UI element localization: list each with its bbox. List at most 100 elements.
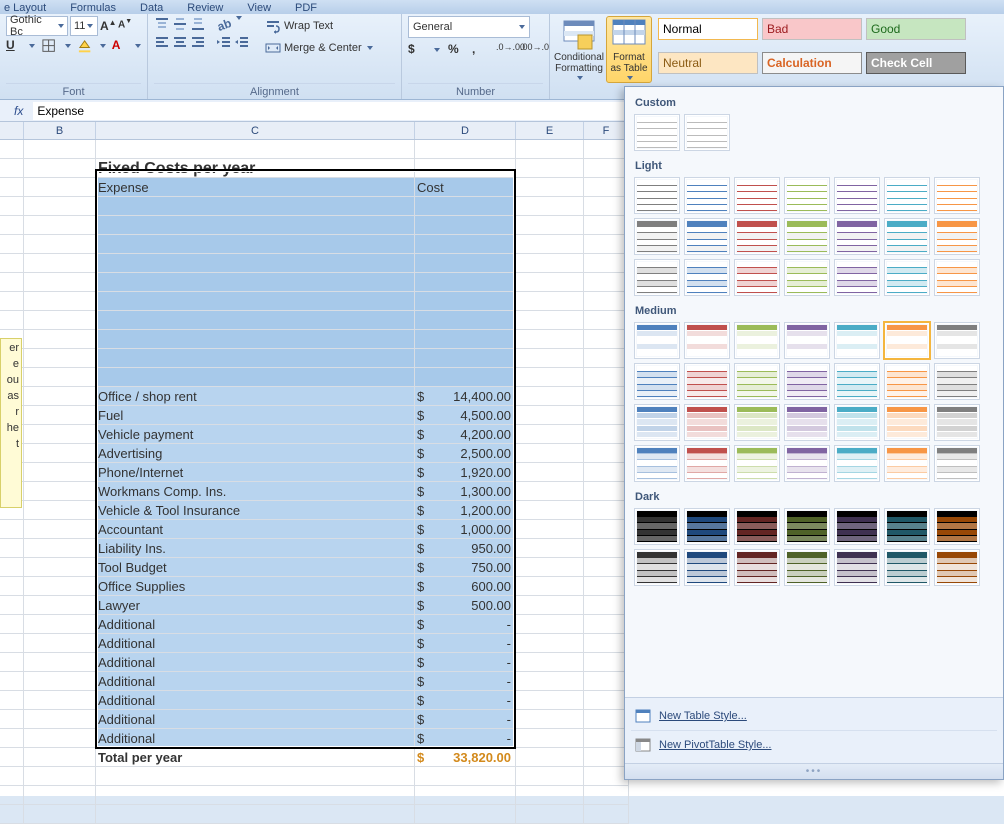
expense-cell[interactable]: Advertising [96, 444, 415, 463]
expense-cell[interactable]: Additional [96, 729, 415, 748]
table-style-swatch[interactable] [635, 115, 679, 150]
table-style-swatch[interactable] [835, 550, 879, 585]
font-name-combo[interactable]: Gothic Bc [6, 16, 68, 36]
table-cell[interactable] [96, 368, 415, 387]
cost-cell[interactable]: $- [415, 634, 516, 653]
total-value-cell[interactable]: $33,820.00 [415, 748, 516, 767]
table-cell[interactable] [415, 330, 516, 349]
conditional-formatting-button[interactable]: Conditional Formatting [556, 16, 602, 83]
underline-icon[interactable]: U [6, 38, 21, 54]
table-cell[interactable] [415, 368, 516, 387]
expense-cell[interactable]: Accountant [96, 520, 415, 539]
decrease-decimal-icon[interactable]: .00→.0 [520, 42, 536, 58]
table-cell[interactable] [96, 197, 415, 216]
table-style-swatch[interactable] [935, 364, 979, 399]
table-style-swatch[interactable] [785, 219, 829, 254]
table-style-swatch[interactable] [885, 405, 929, 440]
cost-cell[interactable]: $1,200.00 [415, 501, 516, 520]
fill-color-icon[interactable] [77, 38, 92, 54]
table-style-swatch[interactable] [785, 260, 829, 295]
table-style-swatch[interactable] [685, 446, 729, 481]
table-style-swatch[interactable] [635, 446, 679, 481]
table-cell[interactable] [415, 273, 516, 292]
table-cell[interactable] [415, 254, 516, 273]
expense-cell[interactable]: Phone/Internet [96, 463, 415, 482]
align-top-icon[interactable] [154, 16, 170, 32]
number-format-combo[interactable]: General [408, 16, 530, 38]
table-style-swatch[interactable] [835, 509, 879, 544]
table-style-swatch[interactable] [635, 323, 679, 358]
table-cell[interactable] [415, 349, 516, 368]
table-style-swatch[interactable] [735, 509, 779, 544]
cell-style-bad[interactable]: Bad [762, 18, 862, 40]
table-style-swatch[interactable] [835, 323, 879, 358]
shrink-font-icon[interactable]: A▼ [118, 18, 134, 34]
tab-pdf[interactable]: PDF [295, 2, 317, 14]
table-style-swatch[interactable] [735, 323, 779, 358]
table-style-swatch[interactable] [935, 219, 979, 254]
font-color-icon[interactable]: A [112, 38, 127, 54]
table-cell[interactable] [96, 311, 415, 330]
table-style-swatch[interactable] [685, 323, 729, 358]
table-style-swatch[interactable] [835, 178, 879, 213]
table-style-swatch[interactable] [635, 405, 679, 440]
table-style-swatch[interactable] [735, 219, 779, 254]
accounting-format-icon[interactable]: $ [408, 42, 424, 58]
table-style-swatch[interactable] [935, 405, 979, 440]
expense-cell[interactable]: Vehicle & Tool Insurance [96, 501, 415, 520]
expense-cell[interactable]: Additional [96, 634, 415, 653]
table-cell[interactable] [96, 330, 415, 349]
col-header-c[interactable]: C [96, 122, 415, 139]
cell-style-normal[interactable]: Normal [658, 18, 758, 40]
table-style-swatch[interactable] [735, 550, 779, 585]
table-style-swatch[interactable] [685, 178, 729, 213]
expense-cell[interactable]: Additional [96, 691, 415, 710]
tab-data[interactable]: Data [140, 2, 163, 14]
align-middle-icon[interactable] [172, 16, 188, 32]
table-style-swatch[interactable] [785, 405, 829, 440]
table-style-swatch[interactable] [885, 446, 929, 481]
table-cell[interactable] [415, 197, 516, 216]
table-style-swatch[interactable] [885, 219, 929, 254]
col-header-f[interactable]: F [584, 122, 629, 139]
comma-format-icon[interactable]: , [472, 42, 488, 58]
table-cell[interactable] [415, 216, 516, 235]
table-style-swatch[interactable] [885, 550, 929, 585]
cost-cell[interactable]: $2,500.00 [415, 444, 516, 463]
expense-cell[interactable]: Additional [96, 653, 415, 672]
borders-icon[interactable] [41, 38, 56, 54]
table-style-swatch[interactable] [735, 260, 779, 295]
align-bottom-icon[interactable] [190, 16, 206, 32]
table-style-swatch[interactable] [685, 260, 729, 295]
table-style-swatch[interactable] [935, 260, 979, 295]
expense-cell[interactable]: Vehicle payment [96, 425, 415, 444]
table-style-swatch[interactable] [685, 219, 729, 254]
font-size-combo[interactable]: 11 [70, 16, 98, 36]
orientation-icon[interactable]: ab [216, 16, 232, 32]
col-header-b[interactable]: B [24, 122, 96, 139]
table-style-swatch[interactable] [835, 219, 879, 254]
cost-cell[interactable]: $1,000.00 [415, 520, 516, 539]
decrease-indent-icon[interactable] [216, 34, 232, 50]
table-cell[interactable] [96, 235, 415, 254]
cost-cell[interactable]: $4,500.00 [415, 406, 516, 425]
cost-cell[interactable]: $- [415, 691, 516, 710]
fx-icon[interactable]: fx [0, 104, 33, 118]
table-style-swatch[interactable] [635, 509, 679, 544]
table-style-swatch[interactable] [785, 550, 829, 585]
table-style-swatch[interactable] [935, 323, 979, 358]
cost-cell[interactable]: $- [415, 672, 516, 691]
cost-cell[interactable]: $1,300.00 [415, 482, 516, 501]
increase-decimal-icon[interactable]: .0→.00 [496, 42, 512, 58]
table-style-swatch[interactable] [885, 260, 929, 295]
new-pivottable-style-button[interactable]: New PivotTable Style... [631, 731, 997, 759]
table-style-swatch[interactable] [835, 260, 879, 295]
table-cell[interactable] [96, 216, 415, 235]
table-style-swatch[interactable] [885, 323, 929, 358]
table-style-swatch[interactable] [935, 178, 979, 213]
cost-cell[interactable]: $4,200.00 [415, 425, 516, 444]
table-cell[interactable] [415, 292, 516, 311]
cost-cell[interactable]: $1,920.00 [415, 463, 516, 482]
cost-cell[interactable]: $- [415, 615, 516, 634]
cell-style-calculation[interactable]: Calculation [762, 52, 862, 74]
